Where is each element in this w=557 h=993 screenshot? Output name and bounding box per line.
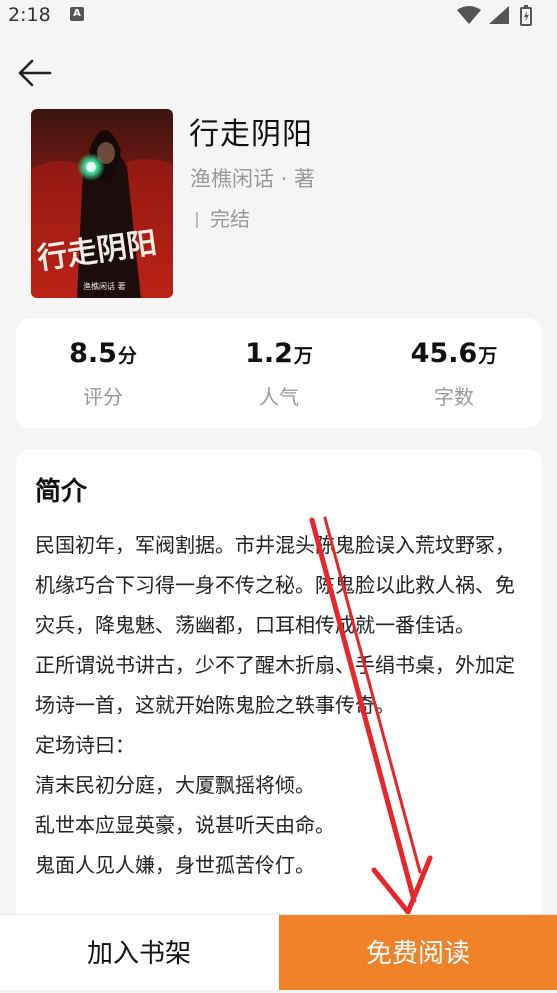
intro-paragraph: 民国初年，军阀割据。市井混头陈鬼脸误入荒坟野冢，机缘巧合下习得一身不传之秘。陈鬼… <box>35 533 515 637</box>
stat-wordcount-label: 字数 <box>434 385 474 409</box>
stat-rating: 8.5分 评分 <box>23 338 183 410</box>
stat-popularity-value: 1.2 <box>245 338 293 369</box>
intro-paragraph: 鬼面人见人嫌，身世孤苦伶仃。 <box>35 853 315 877</box>
intro-paragraph: 定场诗曰： <box>35 733 135 757</box>
status-bar: 2:18 A <box>0 0 557 34</box>
stat-rating-label: 评分 <box>83 385 123 409</box>
signal-icon <box>489 6 509 24</box>
cover-author-art: 渔樵闲话 著 <box>83 281 126 291</box>
stat-wordcount-value: 45.6 <box>410 338 478 369</box>
status-divider <box>196 212 198 228</box>
stat-wordcount: 45.6万 字数 <box>374 338 534 410</box>
battery-icon <box>520 5 532 26</box>
book-status-label: 完结 <box>210 207 250 231</box>
intro-paragraph: 正所谓说书讲古，少不了醒木折扇、手绢书桌，外加定场诗一首，这就开始陈鬼脸之轶事传… <box>35 653 515 717</box>
intro-card: 简介 民国初年，军阀割据。市井混头陈鬼脸误入荒坟野冢，机缘巧合下习得一身不传之秘… <box>16 449 542 989</box>
stat-rating-value: 8.5 <box>69 338 117 369</box>
arrow-left-icon <box>18 59 52 87</box>
status-icons <box>455 4 545 32</box>
wifi-icon <box>457 6 481 24</box>
book-cover: 行走阴阳 渔樵闲话 著 <box>31 109 173 298</box>
bottom-action-bar: 加入书架 免费阅读 <box>0 914 557 990</box>
intro-paragraph: 乱世本应显英豪，说甚听天由命。 <box>35 813 335 837</box>
intro-title: 简介 <box>35 477 88 507</box>
notification-icon: A <box>70 7 84 21</box>
book-status: 完结 <box>196 203 250 232</box>
stat-popularity: 1.2万 人气 <box>199 338 359 410</box>
stat-popularity-label: 人气 <box>259 385 299 409</box>
stats-card: 8.5分 评分 1.2万 人气 45.6万 字数 <box>16 318 542 428</box>
status-time: 2:18 <box>8 4 51 26</box>
intro-text: 民国初年，军阀割据。市井混头陈鬼脸误入荒坟野冢，机缘巧合下习得一身不传之秘。陈鬼… <box>35 525 525 885</box>
book-author[interactable]: 渔樵闲话 · 著 <box>190 163 315 193</box>
stat-wordcount-unit: 万 <box>478 345 498 367</box>
free-read-button[interactable]: 免费阅读 <box>279 915 557 990</box>
stat-rating-unit: 分 <box>117 345 137 367</box>
back-button[interactable] <box>14 52 56 94</box>
stat-popularity-unit: 万 <box>293 345 313 367</box>
book-title: 行走阴阳 <box>189 117 313 152</box>
intro-paragraph: 清末民初分庭，大厦飘摇将倾。 <box>35 773 315 797</box>
add-to-shelf-button[interactable]: 加入书架 <box>0 915 278 990</box>
